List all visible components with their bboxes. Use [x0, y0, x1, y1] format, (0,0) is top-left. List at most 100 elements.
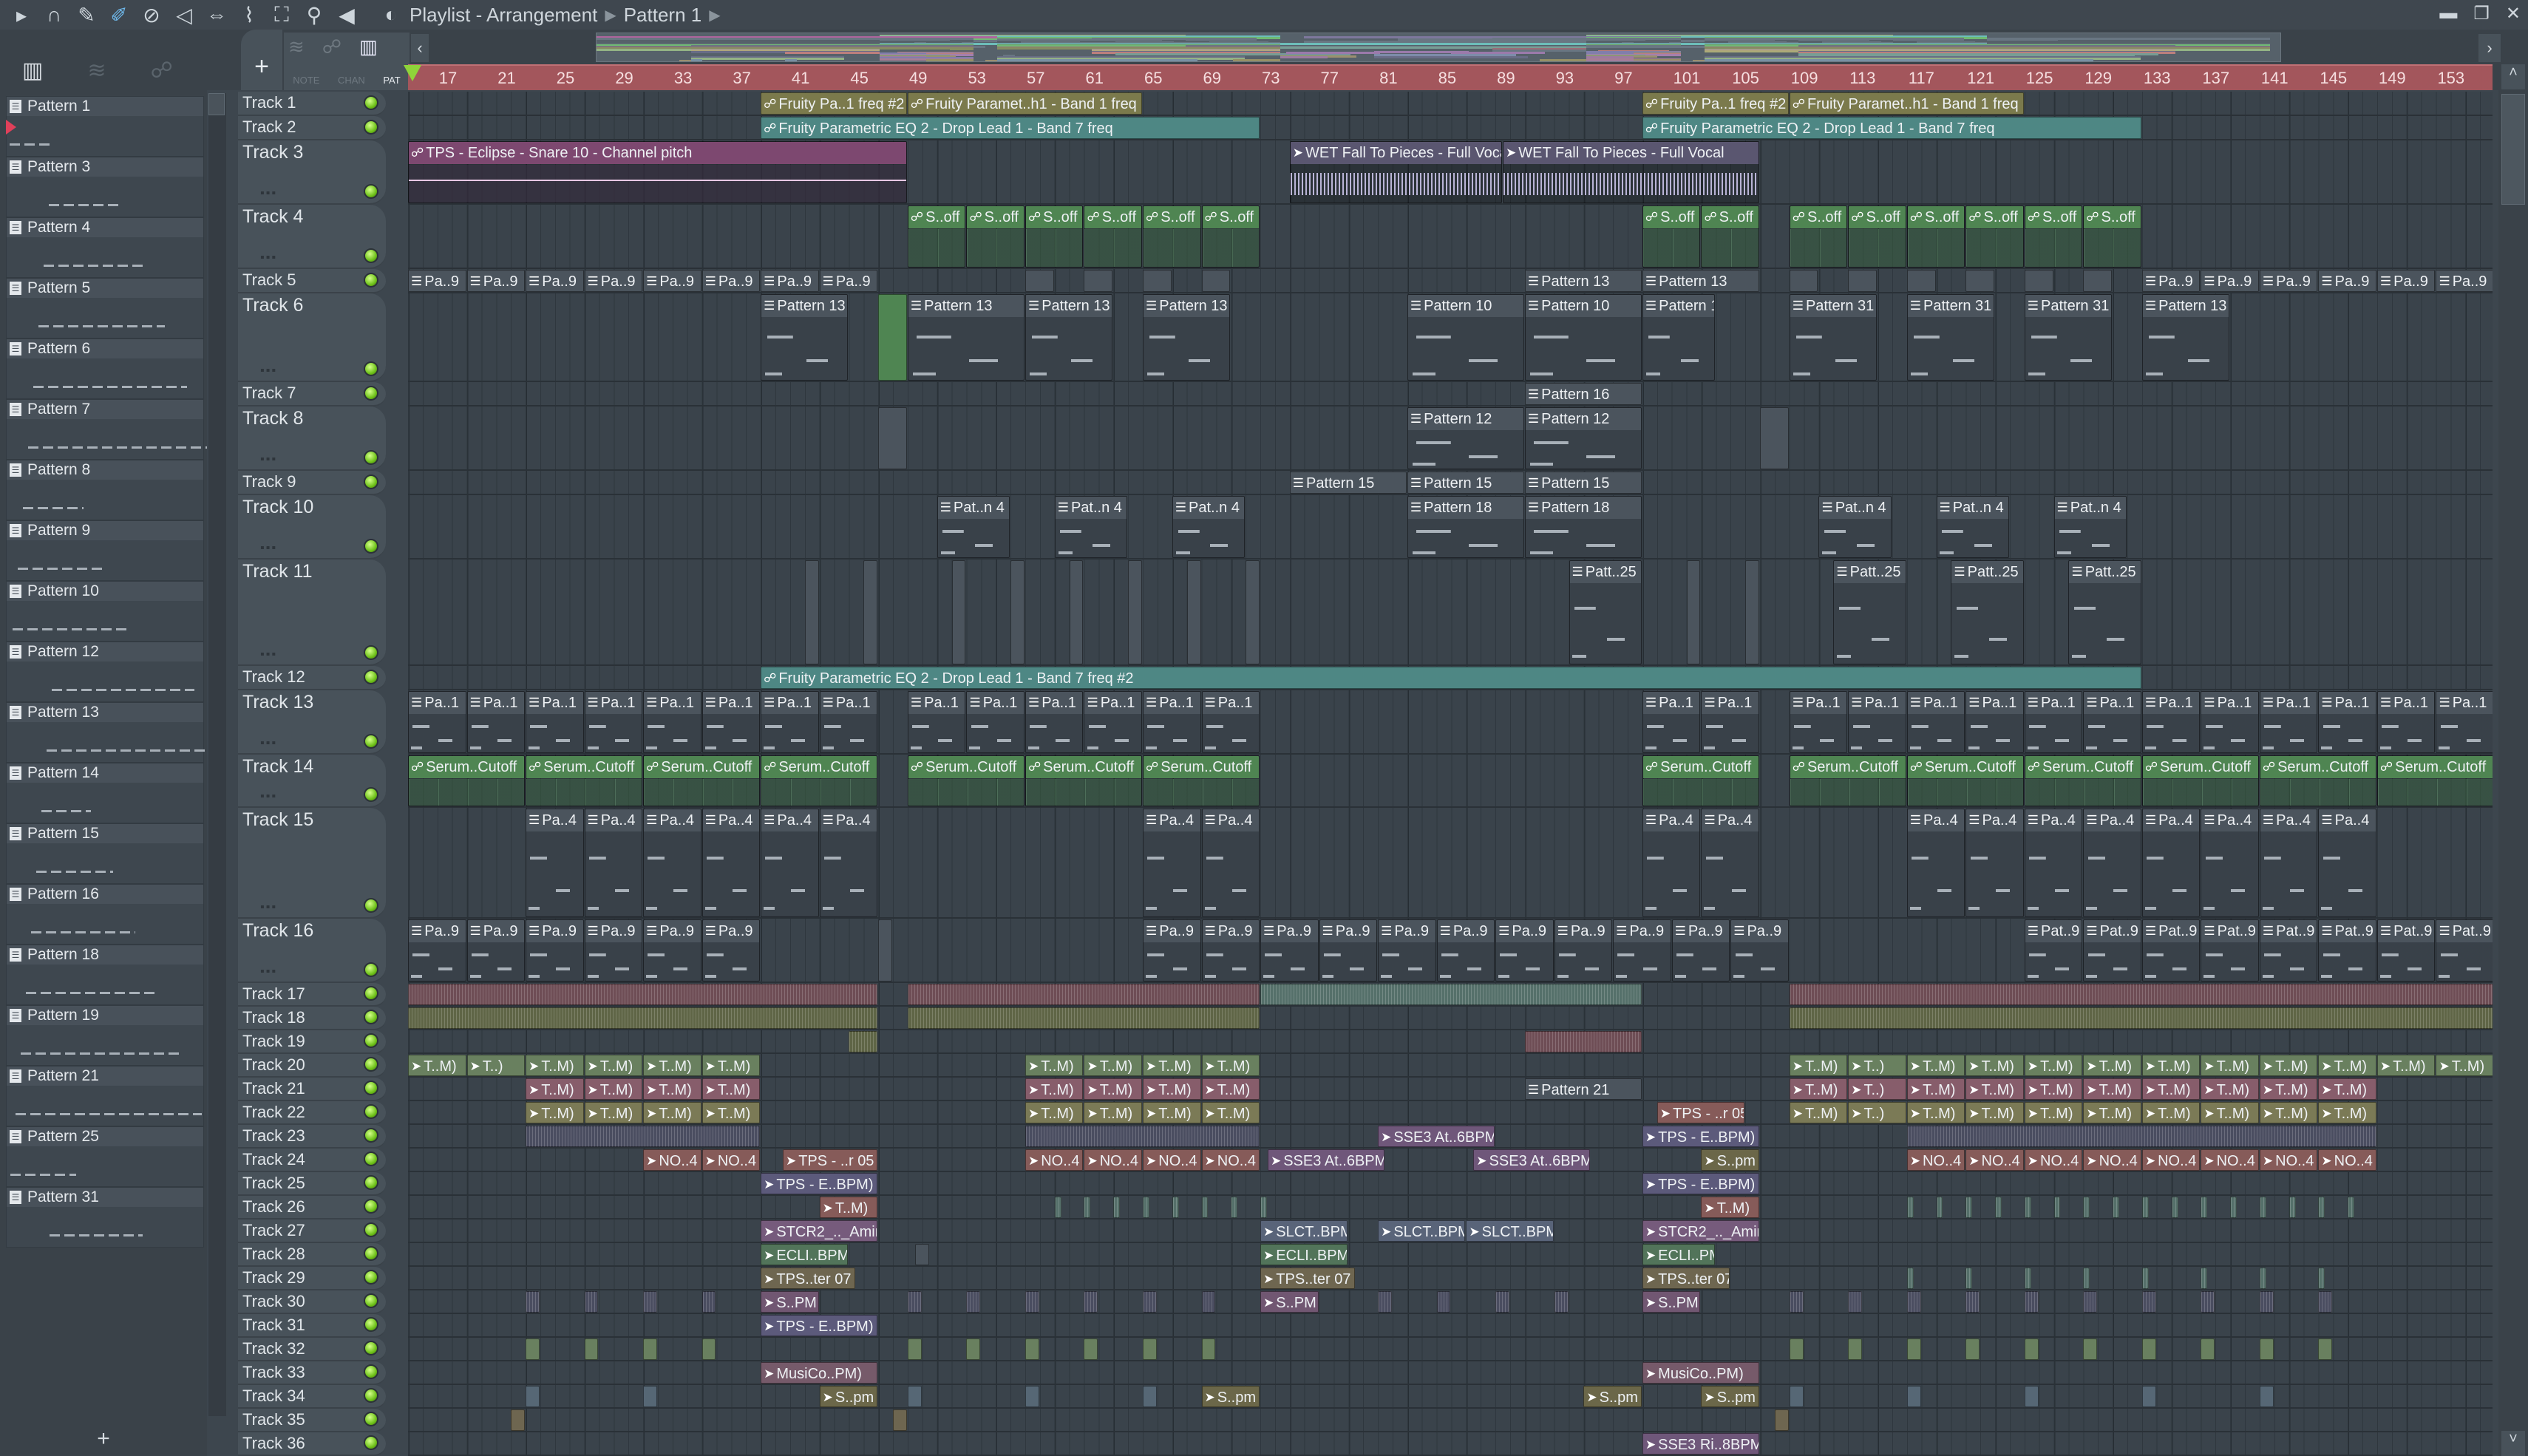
clip[interactable]: ☰ Pat..9: [2083, 919, 2141, 982]
track-enable-led[interactable]: [364, 645, 378, 660]
track-header[interactable]: Track 11 ▪▪▪: [238, 559, 386, 666]
clip-header[interactable]: ☰ Pa..1: [1702, 692, 1759, 714]
slip-icon[interactable]: ⇔: [205, 3, 228, 27]
clip[interactable]: ➤ SSE3 Ri..8BPM: [1642, 1433, 1759, 1455]
track-header[interactable]: Track 13 ▪▪▪: [238, 690, 386, 755]
clip[interactable]: ➤ NO..4: [1084, 1149, 1142, 1171]
track-header[interactable]: Track 12: [238, 666, 386, 690]
clip[interactable]: ☰ Pattern 31: [2024, 294, 2113, 381]
clip[interactable]: ☍ S..off: [1025, 205, 1084, 268]
clip[interactable]: ➤ TPS - E..BPM): [761, 1173, 878, 1194]
clip-header[interactable]: ☰ Pat..9: [2436, 920, 2493, 942]
clip[interactable]: ☰ Pa..1: [701, 691, 761, 753]
track-header[interactable]: Track 32: [238, 1338, 386, 1361]
clip-header[interactable]: ☍ Fruity Paramet..h1 - Band 1 freq: [1790, 93, 2023, 114]
clip[interactable]: ☍ Fruity Parametric EQ 2 - Drop Lead 1 - …: [761, 667, 2141, 689]
track-header[interactable]: Track 31: [238, 1314, 386, 1338]
track-options-icon[interactable]: ▪▪▪: [260, 364, 277, 378]
clip[interactable]: ☍ S..off: [2024, 205, 2083, 268]
timeline-ruler[interactable]: 17 21 25 29 33 37 41 45 49 53 57 61 65 69 73 77 81 85 89 93…: [408, 64, 2493, 90]
clip[interactable]: ➤ S..PM: [761, 1291, 819, 1313]
clip[interactable]: ➤ S..pm: [1201, 1386, 1260, 1407]
clip-header[interactable]: ➤ T..M): [2377, 1055, 2435, 1075]
track-options-icon[interactable]: ▪▪▪: [260, 542, 277, 555]
clip-header[interactable]: ☰ Pa..9: [409, 920, 466, 942]
track-header[interactable]: Track 19: [238, 1030, 386, 1054]
playhead-marker[interactable]: [404, 65, 421, 81]
clip-block[interactable]: [849, 1031, 878, 1052]
clip-header[interactable]: ➤ T..M): [2319, 1055, 2376, 1075]
clip[interactable]: ➤ T..M): [643, 1078, 701, 1100]
clip[interactable]: ➤ NO..4: [2024, 1149, 2083, 1171]
clip-block[interactable]: [2318, 1268, 2325, 1289]
clip-block[interactable]: [2289, 1197, 2296, 1218]
clip-header[interactable]: ☰ Pa..9: [820, 271, 877, 291]
clip[interactable]: ➤ NO..4: [1025, 1149, 1084, 1171]
clip-header[interactable]: ☰Pattern 13: [761, 295, 848, 317]
clip[interactable]: ☰ Pa..1: [408, 691, 466, 753]
pattern-header[interactable]: ☰ Pattern 9: [7, 521, 203, 540]
clip-header[interactable]: ➤ TPS - E..BPM): [761, 1316, 877, 1336]
clip[interactable]: ➤ T..M): [2141, 1055, 2201, 1076]
clip[interactable]: ☰ Pa..4: [1701, 809, 1759, 917]
clip[interactable]: ➤ T..M): [2083, 1055, 2141, 1076]
clip-header[interactable]: ➤ NO..4: [2319, 1150, 2376, 1170]
clip-header[interactable]: ➤ T..M): [2025, 1055, 2082, 1075]
track-enable-led[interactable]: [364, 1341, 378, 1355]
track-enable-led[interactable]: [364, 1317, 378, 1332]
clip[interactable]: ☍ Fruity Parametric EQ 2 - Drop Lead 1 - …: [1642, 117, 2141, 139]
clip[interactable]: ☰ Pa..4: [1201, 809, 1260, 917]
clip-header[interactable]: ☰ Pa..4: [1966, 809, 2023, 831]
clip-header[interactable]: ➤ S..pm: [1702, 1150, 1759, 1170]
close-button[interactable]: ✕: [2506, 3, 2521, 24]
clip-block[interactable]: [1025, 1386, 1039, 1407]
clip[interactable]: ☰ Pa..1: [2259, 691, 2318, 753]
clip-header[interactable]: ☰ Pa..9: [2260, 271, 2317, 291]
clip-header[interactable]: ☰ Pa..1: [409, 692, 466, 714]
clip[interactable]: ➤ NO..4: [2259, 1149, 2318, 1171]
clip-header[interactable]: ➤ S..pm: [1702, 1387, 1759, 1406]
clip-header[interactable]: ☍ Fruity Pa..1 freq #2: [761, 93, 906, 114]
clip[interactable]: ➤ T..M): [1201, 1055, 1260, 1076]
track-lane[interactable]: ☍ Fruity Pa..1 freq #2 ☍ Fruity Paramet..h1…: [408, 92, 2493, 116]
mute-icon[interactable]: ◁: [173, 3, 195, 27]
clip-header[interactable]: ☍ Serum..Cutoff: [1144, 756, 1260, 778]
track-header[interactable]: Track 28: [238, 1243, 386, 1267]
clip-block[interactable]: [643, 1338, 657, 1360]
clip-header[interactable]: ☰ Pa..9: [1437, 920, 1495, 942]
clip[interactable]: ☰ Pa..9: [2259, 270, 2318, 292]
clip-block[interactable]: [2171, 1197, 2178, 1218]
clip-block[interactable]: [2259, 1268, 2266, 1289]
track-enable-led[interactable]: [364, 670, 378, 684]
clip[interactable]: ➤ T..M): [584, 1078, 643, 1100]
track-enable-led[interactable]: [364, 1222, 378, 1237]
clip[interactable]: ☰ Pa..4: [1906, 809, 1965, 917]
clip-header[interactable]: ☰Pattern 13: [1144, 295, 1230, 317]
pattern-item[interactable]: ☰ Pattern 7: [6, 399, 207, 460]
clip-header[interactable]: ➤ T..M): [702, 1079, 760, 1099]
clip-header[interactable]: ☍ Fruity Parametric EQ 2 - Drop Lead 1 - …: [761, 118, 1260, 138]
track-header[interactable]: Track 8 ▪▪▪: [238, 406, 386, 471]
clip-block[interactable]: [1848, 1291, 1863, 1313]
clip[interactable]: ☰ Pattern 10: [1407, 294, 1524, 381]
track-header[interactable]: Track 33: [238, 1361, 386, 1385]
clip[interactable]: ➤ T..M): [1701, 1197, 1759, 1218]
clip-block[interactable]: [1246, 560, 1260, 664]
clip[interactable]: ➤ T..M): [643, 1055, 701, 1076]
clip[interactable]: ☍ Fruity Pa..1 freq #2: [1642, 92, 1789, 115]
clip-header[interactable]: ➤ TPS..ter 07: [761, 1268, 855, 1288]
pattern-header[interactable]: ☰ Pattern 13: [7, 703, 203, 722]
clip[interactable]: ➤ T..M): [2141, 1102, 2201, 1123]
clip[interactable]: ➤ T..M): [526, 1102, 584, 1123]
clip-block[interactable]: [1084, 1197, 1091, 1218]
clip-header[interactable]: ☰ Pa..9: [467, 271, 525, 291]
clip-header[interactable]: ☰ Patt..25: [1569, 561, 1641, 583]
clip-header[interactable]: ☰ Pa..1: [2142, 692, 2200, 714]
clip-header[interactable]: ☰ Pa..1: [2319, 692, 2376, 714]
audio-icon[interactable]: ≋: [87, 58, 106, 84]
clip[interactable]: ➤ T..M): [2436, 1055, 2493, 1076]
clip[interactable]: ➤ SSE3 At..6BPM: [1473, 1149, 1591, 1171]
clip-header[interactable]: ☰ Patt..25: [1834, 561, 1906, 583]
clip[interactable]: ➤ T..M): [1084, 1102, 1142, 1123]
clip-block[interactable]: [2141, 1197, 2149, 1218]
